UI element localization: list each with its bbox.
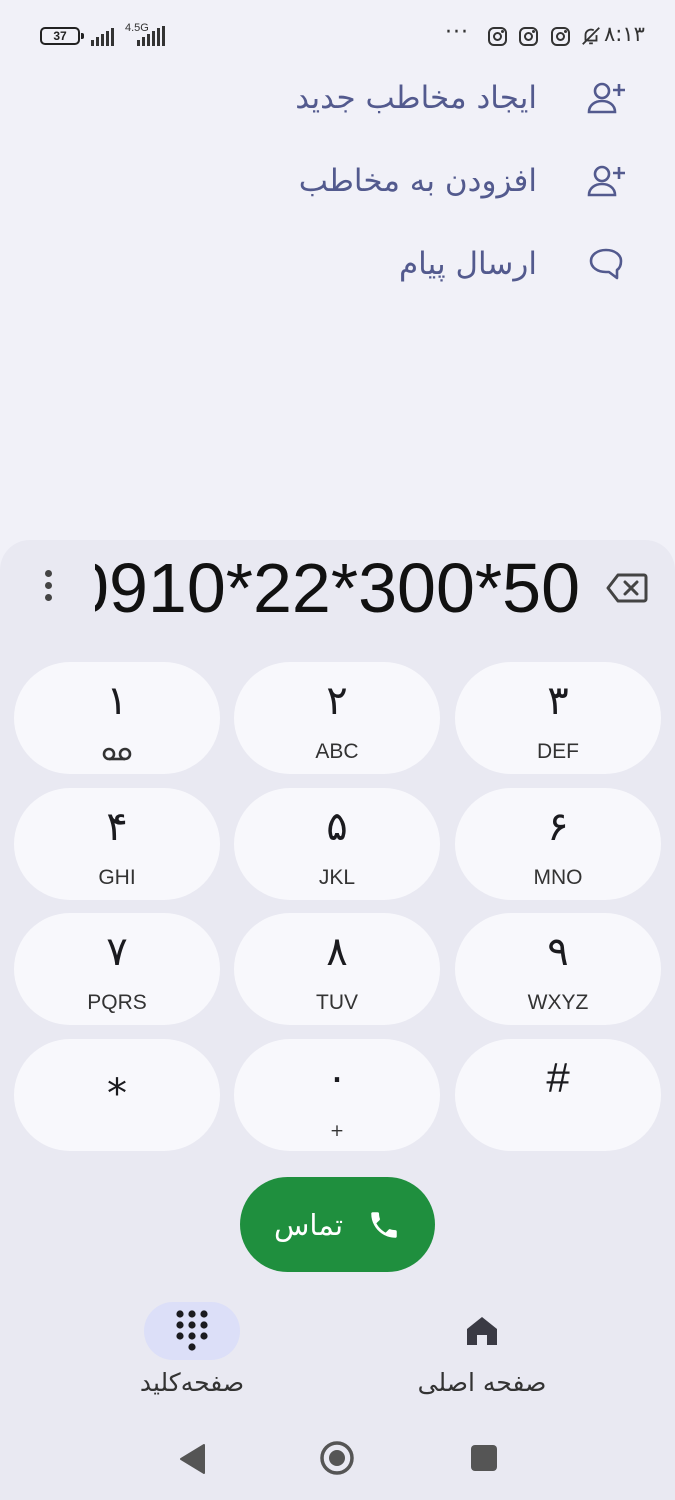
person-add-icon xyxy=(585,77,627,119)
key-digit: ۲ xyxy=(326,678,348,724)
voicemail-icon xyxy=(102,747,132,761)
key-letters: + xyxy=(329,1121,345,1141)
phone-icon xyxy=(371,1211,397,1238)
battery-indicator: 37 xyxy=(40,27,84,45)
key-digit: ۰ xyxy=(326,1055,348,1101)
keypad-tab-indicator xyxy=(144,1302,240,1360)
home-tab-indicator xyxy=(434,1302,530,1360)
key-2[interactable]: ۳ DEF xyxy=(455,662,661,774)
key-digit: ۹ xyxy=(547,929,569,975)
back-icon[interactable] xyxy=(178,1442,208,1476)
keypad-tab-label: صفحه‌کلید xyxy=(139,1368,245,1397)
tab-home[interactable]: صفحه اصلی xyxy=(382,1302,582,1412)
signal-icon xyxy=(91,26,114,46)
home-button-icon[interactable] xyxy=(318,1439,356,1477)
call-label: تماس xyxy=(273,1207,344,1242)
key-letters: PQRS xyxy=(87,991,147,1014)
key-7[interactable]: ۸ TUV xyxy=(234,913,440,1025)
key-letters: DEF xyxy=(537,740,579,763)
key-letters: WXYZ xyxy=(527,991,589,1014)
person-add-icon xyxy=(585,160,627,202)
key-10[interactable]: ۰ + xyxy=(234,1039,440,1151)
key-letters: TUV xyxy=(316,991,358,1014)
system-navigation xyxy=(0,1430,675,1490)
backspace-icon[interactable] xyxy=(606,572,648,604)
key-digit: # xyxy=(546,1054,570,1101)
send-message-label: ارسال پیام xyxy=(398,246,537,282)
key-letters: GHI xyxy=(98,866,136,889)
bell-off-icon xyxy=(582,27,600,45)
instagram-icon xyxy=(488,27,507,46)
key-digit: ۷ xyxy=(106,929,128,975)
clock: ۸:۱۳ xyxy=(604,22,645,46)
send-message-action[interactable]: ارسال پیام xyxy=(107,234,627,294)
key-0[interactable]: ۱ xyxy=(14,662,220,774)
key-letters: JKL xyxy=(318,866,356,889)
key-digit: ۱ xyxy=(106,678,128,724)
dialed-number[interactable]: *0910*22*300*50 xyxy=(95,548,580,628)
key-digit: ۶ xyxy=(547,804,569,850)
home-icon xyxy=(467,1317,497,1345)
key-8[interactable]: ۹ WXYZ xyxy=(455,913,661,1025)
key-letters: ABC xyxy=(315,740,359,763)
call-button[interactable]: تماس xyxy=(240,1177,435,1272)
recents-icon[interactable] xyxy=(470,1444,498,1472)
more-options-icon[interactable] xyxy=(38,570,58,610)
key-4[interactable]: ۵ JKL xyxy=(234,788,440,900)
key-digit: ۵ xyxy=(326,804,348,850)
message-icon xyxy=(585,243,627,285)
add-to-contact-label: افزودن به مخاطب xyxy=(298,163,537,199)
dialpad-icon xyxy=(176,1310,208,1351)
add-to-contact-action[interactable]: افزودن به مخاطب xyxy=(107,151,627,211)
key-9[interactable]: * xyxy=(14,1039,220,1151)
key-5[interactable]: ۶ MNO xyxy=(455,788,661,900)
key-11[interactable]: # xyxy=(455,1039,661,1151)
key-6[interactable]: ۷ PQRS xyxy=(14,913,220,1025)
home-tab-label: صفحه اصلی xyxy=(417,1368,547,1397)
key-digit: ۴ xyxy=(106,804,128,850)
tab-keypad[interactable]: صفحه‌کلید xyxy=(92,1302,292,1412)
create-new-contact-action[interactable]: ایجاد مخاطب جدید xyxy=(107,68,627,128)
more-notifications-icon: ··· xyxy=(445,20,469,45)
instagram-icon xyxy=(519,27,538,46)
key-1[interactable]: ۲ ABC xyxy=(234,662,440,774)
create-new-contact-label: ایجاد مخاطب جدید xyxy=(295,80,537,116)
dialed-number-text: *0910*22*300*50 xyxy=(95,549,580,627)
signal-2-icon xyxy=(137,26,165,46)
key-digit: ۸ xyxy=(326,929,348,975)
key-3[interactable]: ۴ GHI xyxy=(14,788,220,900)
key-letters: MNO xyxy=(533,866,583,889)
key-digit: ۳ xyxy=(547,678,569,724)
key-digit: * xyxy=(107,1071,127,1117)
status-bar: 37 4.5G ··· ۸:۱۳ xyxy=(0,0,675,72)
instagram-icon xyxy=(551,27,570,46)
